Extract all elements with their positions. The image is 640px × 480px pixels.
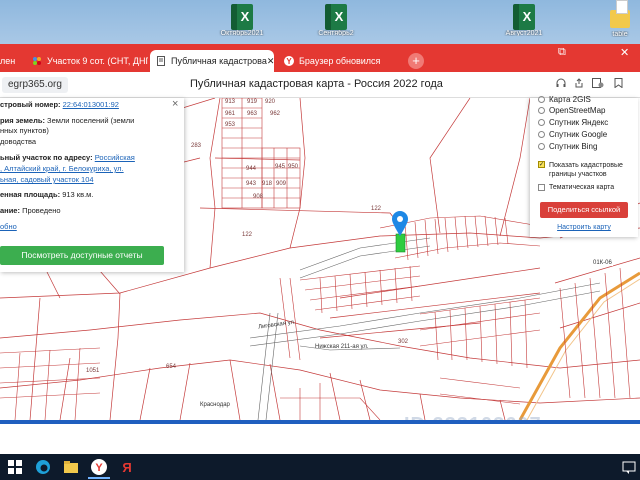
parcel-label: 919 (247, 99, 258, 105)
parcel-label: 913 (225, 99, 236, 105)
new-tab-button[interactable]: + (408, 53, 424, 69)
excel-file-icon[interactable]: X Сентябрь2 (306, 4, 366, 36)
browser-bottom (0, 420, 640, 454)
start-button[interactable] (6, 458, 24, 476)
parcel-label: 122 (242, 232, 253, 238)
parcel-label: 944 (246, 166, 257, 172)
page-title: Публичная кадастровая карта - Россия 202… (190, 78, 443, 90)
address-row: ьный участок по адресу: Российская (0, 153, 135, 162)
parcel-label: 953 (225, 122, 236, 128)
close-tab-icon[interactable]: ✕ (267, 56, 274, 67)
parcel-label: 920 (265, 99, 276, 105)
bookmark-icon[interactable] (614, 78, 623, 91)
address-link-3[interactable]: ьная, садовый участок 104 (0, 175, 94, 185)
parcel-label: 908 (253, 194, 264, 200)
radio-icon (538, 119, 545, 126)
layer-google-satellite[interactable]: Спутник Google (538, 130, 607, 139)
checkbox-checked-icon: ✓ (538, 161, 545, 168)
radio-icon (538, 143, 545, 150)
tab-listing[interactable]: Участок 9 сот. (СНТ, ДНП) (26, 50, 148, 72)
notifications-icon[interactable] (620, 458, 638, 476)
land-category-row: рия земель: Земли поселений (земли (0, 116, 135, 125)
file-explorer-icon[interactable] (62, 458, 80, 476)
share-icon[interactable] (574, 78, 584, 91)
excel-file-icon[interactable]: X Октябрь2021 (212, 4, 272, 36)
cadastral-number-link[interactable]: 22:64:013001:92 (63, 100, 119, 109)
configure-map-link[interactable]: Настроить карту (530, 224, 638, 231)
close-window-icon[interactable]: ✕ (620, 46, 629, 59)
url-domain[interactable]: egrp365.org (2, 77, 68, 93)
parcel-label: 918 (262, 181, 273, 187)
svg-text:Я: Я (122, 460, 131, 475)
highway-label: 01К-06 (592, 260, 613, 266)
document-icon (156, 56, 166, 66)
share-link-button[interactable]: Поделиться ссылкой (540, 202, 628, 218)
parcel-label: 961 (225, 111, 236, 117)
svg-text:Y: Y (286, 57, 292, 66)
map-layers-panel: Карта 2GIS OpenStreetMap Спутник Яндекс … (530, 95, 638, 237)
taskbar: Y Я (0, 454, 640, 480)
yandex-icon[interactable]: Я (118, 458, 136, 476)
yandex-icon: Y (284, 56, 294, 66)
radio-icon (538, 107, 545, 114)
land-usage: доводства (0, 137, 37, 146)
street-label: Нижская 211-ая ул. (315, 344, 369, 350)
parcel-label: 909 (276, 181, 287, 187)
excel-file-icon[interactable]: X Август2021 (494, 4, 554, 36)
tab-cadastral-map[interactable]: Публичная кадастрова ✕ (150, 50, 274, 72)
parcel-label: 950 (288, 164, 299, 170)
selected-parcel[interactable] (395, 233, 406, 253)
desktop-background-strip (0, 420, 640, 424)
tab-partial[interactable]: лен (0, 50, 22, 72)
desktop: X Октябрь2021 X Сентябрь2 X Август2021 t… (0, 0, 640, 44)
parcel-info-panel: × стровый номер: 22:64:013001:92 рия зем… (0, 98, 184, 272)
area-row: енная площадь: 913 кв.м. (0, 190, 94, 199)
excel-icon: X (325, 4, 347, 30)
parcel-label: 654 (166, 364, 177, 370)
restore-window-icon[interactable]: ⧉ (558, 46, 566, 59)
address-link[interactable]: Российская (95, 153, 135, 162)
parcel-label: 962 (270, 111, 281, 117)
tab-strip: лен Участок 9 сот. (СНТ, ДНП) Публичная … (0, 44, 640, 72)
yandex-browser-icon[interactable]: Y (90, 458, 108, 476)
reader-mode-icon[interactable] (592, 78, 604, 91)
parcel-label: 283 (191, 143, 202, 149)
windows-icon (8, 460, 22, 474)
radio-icon (538, 96, 545, 103)
parcel-label: 122 (371, 206, 382, 212)
excel-icon: X (231, 4, 253, 30)
land-category-cont: нных пунктов) (0, 126, 49, 135)
address-link-2[interactable]: , Алтайский край, г. Белокуриха, ул. (0, 164, 124, 174)
close-info-icon[interactable]: × (172, 98, 178, 110)
svg-text:Y: Y (95, 462, 103, 474)
cadastral-number-row: стровый номер: 22:64:013001:92 (0, 100, 119, 109)
status-row: ание: Проведено (0, 206, 61, 215)
folder-icon (610, 0, 630, 28)
checkbox-icon (538, 184, 545, 191)
layer-bing-satellite[interactable]: Спутник Bing (538, 142, 597, 151)
parcel-label: 945 (275, 164, 286, 170)
listing-favicon-icon (32, 56, 42, 66)
street-label: Краснодар (200, 402, 230, 408)
parcel-label: 302 (398, 339, 409, 345)
edge-icon[interactable] (34, 458, 52, 476)
show-cadastral-borders-checkbox[interactable]: ✓ Показать кадастровые границы участков (538, 161, 623, 179)
layer-osm[interactable]: OpenStreetMap (538, 106, 605, 115)
active-app-indicator (88, 477, 110, 479)
tab-browser-updated[interactable]: Y Браузер обновился (278, 50, 398, 72)
parcel-label: 1051 (86, 368, 100, 374)
excel-icon: X (513, 4, 535, 30)
radio-icon (538, 131, 545, 138)
parcel-label: 963 (247, 111, 258, 117)
folder-shortcut[interactable]: table (590, 0, 640, 37)
parcel-label: 943 (246, 181, 257, 187)
headphones-icon[interactable] (556, 78, 566, 91)
thematic-map-checkbox[interactable]: Тематическая карта (538, 184, 614, 191)
more-details-link[interactable]: обно (0, 222, 17, 232)
view-reports-button[interactable]: Посмотреть доступные отчеты (0, 246, 164, 265)
layer-yandex-satellite[interactable]: Спутник Яндекс (538, 118, 608, 127)
layer-2gis[interactable]: Карта 2GIS (538, 95, 591, 104)
